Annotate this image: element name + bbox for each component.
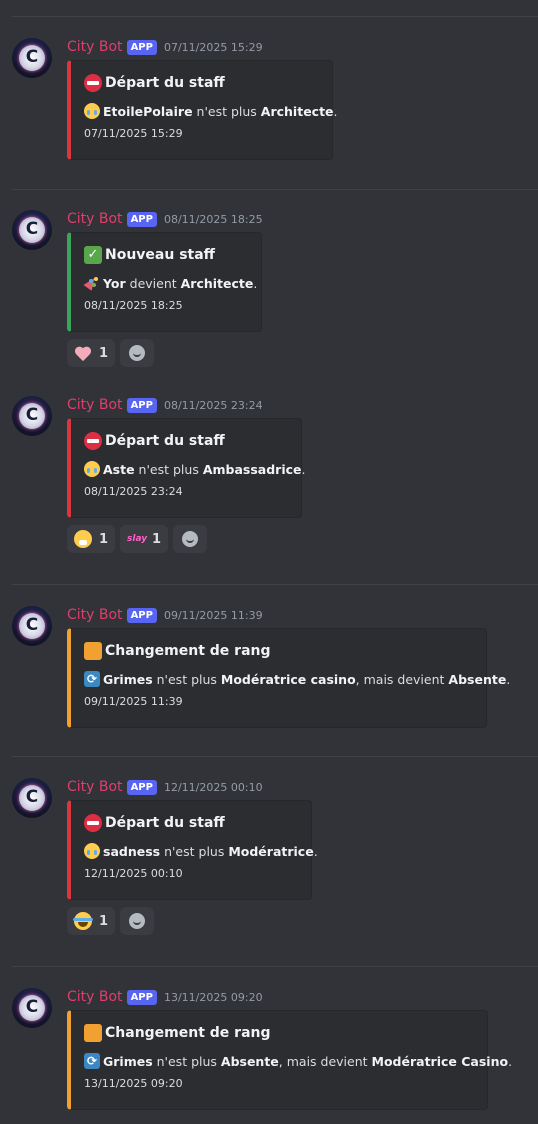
- embed-description: sadness n'est plus Modératrice.: [84, 843, 318, 859]
- no-entry-icon: [84, 74, 102, 92]
- app-badge: APP: [126, 779, 157, 795]
- embed-description: EtoilePolaire n'est plus Architecte.: [84, 103, 338, 119]
- add-reaction-icon: [129, 345, 146, 361]
- embed-footer: 07/11/2025 15:29: [84, 127, 183, 140]
- repeat-arrows-icon: ⟳: [84, 671, 100, 687]
- avatar[interactable]: C: [12, 988, 52, 1028]
- reaction-pink-heart[interactable]: 1: [67, 339, 116, 367]
- divider: [12, 584, 538, 585]
- no-entry-icon: [84, 814, 102, 832]
- embed-footer: 08/11/2025 23:24: [84, 485, 183, 498]
- add-reaction-button[interactable]: [120, 339, 155, 367]
- avatar[interactable]: C: [12, 210, 52, 250]
- reaction-open-mouth[interactable]: 1: [67, 525, 116, 553]
- face-with-tears-of-joy-icon: [73, 912, 93, 930]
- embed: ✓ Nouveau staff Yor devient Architecte. 0…: [67, 232, 262, 332]
- crying-face-icon: [84, 461, 100, 477]
- repeat-arrows-icon: ⟳: [84, 1053, 100, 1069]
- embed-description: Yor devient Architecte.: [84, 275, 257, 291]
- embed-description: ⟳ Grimes n'est plus Modératrice casino, m…: [84, 671, 510, 687]
- no-entry-icon: [84, 432, 102, 450]
- avatar[interactable]: C: [12, 778, 52, 818]
- username[interactable]: City Bot: [67, 397, 123, 413]
- timestamp: 08/11/2025 23:24: [163, 398, 263, 412]
- embed-footer: 09/11/2025 11:39: [84, 695, 183, 708]
- timestamp: 12/11/2025 00:10: [163, 780, 263, 794]
- reactions: 1 slay 1: [67, 525, 212, 553]
- party-popper-icon: [84, 275, 100, 291]
- divider: [12, 756, 538, 757]
- username[interactable]: City Bot: [67, 211, 123, 227]
- app-badge: APP: [126, 39, 157, 55]
- slay-sticker-icon: slay: [127, 534, 148, 544]
- embed-footer: 13/11/2025 09:20: [84, 1077, 183, 1090]
- embed-description: Aste n'est plus Ambassadrice.: [84, 461, 305, 477]
- timestamp: 08/11/2025 18:25: [163, 212, 263, 226]
- timestamp: 13/11/2025 09:20: [163, 990, 263, 1004]
- embed: Départ du staff Aste n'est plus Ambassad…: [67, 418, 305, 518]
- embed-title: Départ du staff: [84, 432, 225, 450]
- avatar[interactable]: C: [12, 38, 52, 78]
- app-badge: APP: [126, 211, 157, 227]
- top-divider: [12, 16, 538, 17]
- pink-heart-icon: [74, 344, 92, 362]
- app-badge: APP: [126, 607, 157, 623]
- app-badge: APP: [126, 397, 157, 413]
- timestamp: 09/11/2025 11:39: [163, 608, 263, 622]
- embed-title: Départ du staff: [84, 814, 225, 832]
- reactions: 1: [67, 339, 159, 367]
- timestamp: 07/11/2025 15:29: [163, 40, 263, 54]
- add-reaction-icon: [129, 913, 146, 929]
- add-reaction-button[interactable]: [120, 907, 155, 935]
- username[interactable]: City Bot: [67, 607, 123, 623]
- crying-face-icon: [84, 843, 100, 859]
- reactions: 1: [67, 907, 159, 935]
- divider: [12, 966, 538, 967]
- embed: Départ du staff EtoilePolaire n'est plus…: [67, 60, 338, 160]
- avatar[interactable]: C: [12, 396, 52, 436]
- reaction-tears-of-joy[interactable]: 1: [67, 907, 116, 935]
- add-reaction-icon: [182, 531, 199, 547]
- embed-footer: 12/11/2025 00:10: [84, 867, 183, 880]
- add-reaction-button[interactable]: [173, 525, 208, 553]
- embed-title: Départ du staff: [84, 74, 225, 92]
- embed-title: Changement de rang: [84, 1024, 271, 1042]
- username[interactable]: City Bot: [67, 779, 123, 795]
- reaction-slay-sticker[interactable]: slay 1: [120, 525, 169, 553]
- orange-square-icon: [84, 1024, 102, 1042]
- orange-square-icon: [84, 642, 102, 660]
- embed: Départ du staff sadness n'est plus Modér…: [67, 800, 318, 900]
- embed-title: Changement de rang: [84, 642, 271, 660]
- crying-face-icon: [84, 103, 100, 119]
- app-badge: APP: [126, 989, 157, 1005]
- embed: Changement de rang ⟳ Grimes n'est plus Ab…: [67, 1010, 512, 1110]
- check-mark-icon: ✓: [84, 246, 102, 264]
- username[interactable]: City Bot: [67, 989, 123, 1005]
- username[interactable]: City Bot: [67, 39, 123, 55]
- embed-footer: 08/11/2025 18:25: [84, 299, 183, 312]
- embed-title: ✓ Nouveau staff: [84, 246, 215, 264]
- face-with-open-mouth-icon: [74, 530, 92, 548]
- embed-description: ⟳ Grimes n'est plus Absente, mais devient…: [84, 1053, 512, 1069]
- divider: [12, 189, 538, 190]
- avatar[interactable]: C: [12, 606, 52, 646]
- embed: Changement de rang ⟳ Grimes n'est plus Mo…: [67, 628, 510, 728]
